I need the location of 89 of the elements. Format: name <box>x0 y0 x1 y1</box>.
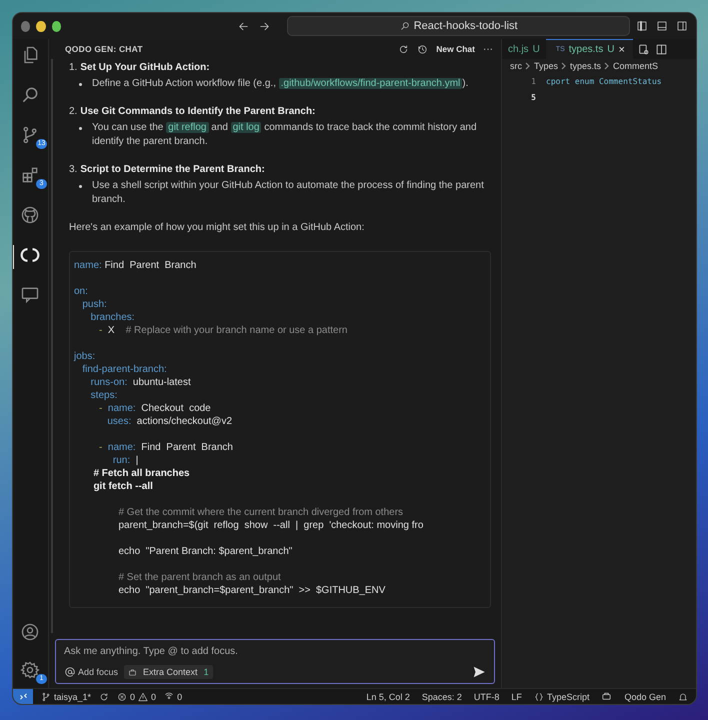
braces-icon[interactable] <box>534 692 544 702</box>
add-focus-button[interactable]: Add focus <box>64 666 118 678</box>
extension-status[interactable]: Qodo Gen <box>624 692 666 702</box>
cursor-position[interactable]: Ln 5, Col 2 <box>366 692 410 702</box>
code-line: push: <box>81 298 108 310</box>
step-description: Use a shell script within your GitHub Action to automate the process of finding the parent branch. <box>92 178 485 207</box>
command-center-search[interactable]: React-hooks-todo-list <box>287 16 630 36</box>
chevron-icon <box>561 62 568 70</box>
step-description: Define a GitHub Action workflow file (e.g., .github/workflows/find-parent-branch.yml ). <box>92 77 468 91</box>
breadcrumb-item[interactable]: CommentS <box>613 61 658 71</box>
code-line: - X # Replace with your branch name or use a pattern <box>98 324 348 336</box>
code-line: runs-on: ubuntu-latest <box>90 376 192 388</box>
qodo-logo-icon[interactable] <box>20 245 40 265</box>
sidebar-layout-icon[interactable] <box>636 20 648 32</box>
new-chat-button[interactable]: New Chat <box>436 44 475 54</box>
breadcrumb-item[interactable]: types.ts <box>570 61 602 71</box>
intro-text: Here's an example of how you might set this up in a GitHub Action: <box>69 220 366 234</box>
breadcrumb-item[interactable]: Types <box>534 61 558 71</box>
antenna-icon[interactable] <box>164 692 174 702</box>
code-line: find-parent-branch: <box>81 362 168 376</box>
ports-status[interactable]: 0 <box>164 692 182 702</box>
zoom-window-button[interactable] <box>52 20 62 32</box>
briefcase-icon[interactable] <box>128 668 138 676</box>
send-button[interactable] <box>472 665 486 679</box>
at-sign-icon[interactable] <box>64 666 76 678</box>
extensions-icon[interactable] <box>20 165 40 185</box>
list-number: 3. <box>69 162 78 176</box>
step-heading: Use Git Commands to Identify the Parent Branch: <box>80 104 316 118</box>
code-line: git fetch --all <box>92 480 154 492</box>
list-number: 1. <box>69 61 78 75</box>
line-number: 5 <box>530 92 537 102</box>
step-heading: Set Up Your GitHub Action: <box>80 61 210 75</box>
search-icon[interactable] <box>400 21 410 31</box>
code-line: # Get the commit where the current branch diverged from others <box>117 506 404 518</box>
code-line: echo "parent_branch=$parent_branch" >> $GITHUB_ENV <box>117 584 386 596</box>
branch-status[interactable]: taisya_1* <box>41 692 92 702</box>
settings-icon[interactable] <box>20 660 40 680</box>
warning-icon[interactable] <box>138 692 148 702</box>
encoding-status[interactable]: UTF-8 <box>474 692 500 702</box>
line-number: 1 <box>530 76 537 86</box>
code-line: # Fetch all branches <box>92 466 191 480</box>
error-icon[interactable] <box>117 692 128 702</box>
code-line: run: | <box>112 454 140 466</box>
breadcrumb-item[interactable]: src <box>510 61 522 71</box>
code-line: echo "Parent Branch: $parent_branch" <box>117 544 294 558</box>
more-actions-button[interactable]: ··· <box>483 44 493 54</box>
list-number: 2. <box>69 104 78 118</box>
compare-changes-icon[interactable] <box>636 42 650 56</box>
code-line: on: <box>74 284 89 298</box>
history-icon[interactable] <box>417 44 428 54</box>
chat-input-field[interactable]: Ask me anything. Type @ to add focus. <box>64 646 486 657</box>
chevron-icon <box>604 62 610 70</box>
minimize-window-button[interactable] <box>36 20 46 32</box>
bullet-dot <box>79 184 82 188</box>
close-window-button[interactable] <box>21 20 30 32</box>
code-line: uses: actions/checkout@v2 <box>106 414 234 428</box>
bell-icon[interactable] <box>678 692 688 702</box>
refresh-icon[interactable] <box>398 44 410 54</box>
search-icon[interactable] <box>20 85 40 105</box>
code-line: jobs: <box>74 350 96 362</box>
remote-indicator[interactable] <box>13 689 33 704</box>
chevron-icon <box>525 62 531 70</box>
indentation-status[interactable]: Spaces: 2 <box>422 692 462 702</box>
code-line: branches: <box>90 310 136 324</box>
code-line: - name: Find Parent Branch <box>98 440 234 454</box>
panel-layout-icon[interactable] <box>656 20 668 32</box>
split-layout-icon[interactable] <box>676 20 688 32</box>
code-line: - name: Checkout code <box>98 402 212 414</box>
problems-status[interactable]: 0 0 <box>117 692 156 702</box>
code-line: cport enum CommentStatus <box>546 76 662 86</box>
line-ending-status[interactable]: LF <box>511 692 522 702</box>
language-status[interactable]: TypeScript <box>534 692 590 702</box>
split-editor-icon[interactable] <box>654 42 668 56</box>
code-line: name: Find Parent Branch <box>74 258 198 272</box>
code-line: steps: <box>90 388 118 402</box>
step-heading: Script to Determine the Parent Branch: <box>80 162 265 176</box>
github-icon[interactable] <box>20 205 40 225</box>
code-line: parent_branch=$(git reflog show --all | grep 'checkout: moving fro <box>117 518 424 532</box>
panel-title: QODO GEN: CHAT <box>65 44 143 54</box>
branch-icon[interactable] <box>41 692 51 702</box>
step-description: You can use the git reflog and git log commands to trace back the commit history and identify the parent branch. <box>92 120 478 149</box>
extra-context-chip[interactable]: Extra Context 1 <box>124 665 213 679</box>
chat-input-box[interactable]: Ask me anything. Type @ to add focus. Add focus Extra Context 1 <box>55 639 495 684</box>
account-icon[interactable] <box>20 622 40 642</box>
bullet-dot <box>79 83 82 86</box>
sync-icon[interactable] <box>99 692 110 702</box>
chat-icon[interactable] <box>20 285 40 305</box>
code-line: # Set the parent branch as an output <box>117 570 282 584</box>
bullet-dot <box>79 126 82 130</box>
